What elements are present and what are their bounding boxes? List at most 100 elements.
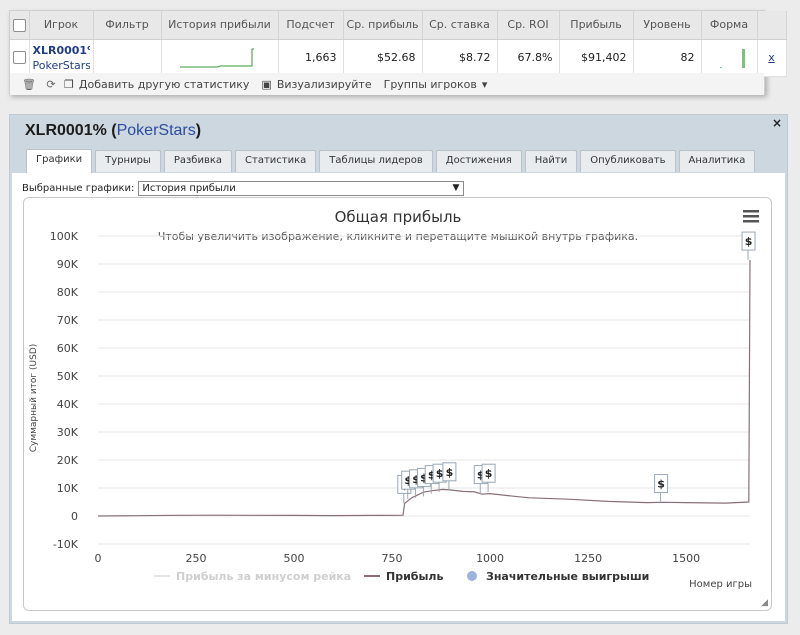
visualize-button[interactable]: ▣ Визуализируйте xyxy=(261,78,371,91)
column-header-level[interactable]: Уровень xyxy=(633,11,702,40)
y-tick-label: 50K xyxy=(57,370,79,383)
y-tick-label: 0 xyxy=(71,510,78,523)
row-checkbox[interactable] xyxy=(12,51,26,65)
avg-roi-cell: 67.8% xyxy=(497,39,560,77)
x-tick-label: 250 xyxy=(186,552,207,565)
column-header-filter[interactable]: Фильтр xyxy=(93,11,162,40)
x-axis-ticks: 0 250 500 750 1000 1250 1500 xyxy=(95,552,701,565)
y-tick-label: -10K xyxy=(53,538,79,551)
marker-label: $ xyxy=(657,478,665,491)
player-dialog: XLR0001% (PokerStars) × Графики Турниры … xyxy=(9,114,788,624)
refresh-icon[interactable]: ⟳ xyxy=(42,78,60,91)
x-tick-label: 750 xyxy=(382,552,403,565)
select-all-checkbox[interactable] xyxy=(12,18,26,32)
tab-charts[interactable]: Графики xyxy=(26,149,93,173)
tab-statistics[interactable]: Статистика xyxy=(235,150,317,172)
profit-cell: $91,402 xyxy=(559,39,634,77)
add-stat-button[interactable]: ❐ Добавить другую статистику xyxy=(64,78,249,91)
table-header-row: Игрок Фильтр История прибыли Подсчет Ср.… xyxy=(10,11,787,40)
marker-label: $ xyxy=(436,467,444,480)
player-groups-label: Группы игроков xyxy=(383,77,477,91)
visualize-label: Визуализируйте xyxy=(276,77,372,91)
level-cell: 82 xyxy=(633,39,702,77)
column-header-avg-stake[interactable]: Ср. ставка xyxy=(422,11,498,40)
remove-player-link[interactable]: x xyxy=(768,51,775,64)
tab-tournaments[interactable]: Турниры xyxy=(95,150,161,172)
image-icon: ▣ xyxy=(261,77,272,91)
marker-label: $ xyxy=(446,466,454,479)
player-stats-table: Игрок Фильтр История прибыли Подсчет Ср.… xyxy=(10,11,787,77)
player-id-link[interactable]: XLR0001% xyxy=(33,43,90,58)
column-header-avg-profit[interactable]: Ср. прибыль xyxy=(343,11,423,40)
x-tick-label: 1500 xyxy=(672,552,700,565)
profit-history-cell[interactable] xyxy=(161,39,279,77)
legend-label: Прибыль за минусом рейка xyxy=(176,570,351,583)
hamburger-menu-icon[interactable] xyxy=(743,210,759,223)
row-select-cell[interactable] xyxy=(10,39,30,77)
x-axis-label: Номер игры xyxy=(689,579,752,590)
chart-select-row: Выбранные графики: История прибыли ▼ xyxy=(22,181,465,196)
tab-analytics[interactable]: Аналитика xyxy=(678,150,756,172)
legend-label: Прибыль xyxy=(386,570,443,583)
tab-leaderboards[interactable]: Таблицы лидеров xyxy=(319,150,433,172)
tab-find[interactable]: Найти xyxy=(524,150,578,172)
chart-title: Общая прибыль xyxy=(335,208,462,226)
column-header-form[interactable]: Форма xyxy=(701,11,758,40)
y-axis-ticks: 100K 90K 80K 70K 60K 50K 40K 30K 20K 10K 0 -10K xyxy=(50,230,79,551)
column-header-avg-roi[interactable]: Ср. ROI xyxy=(497,11,560,40)
y-axis-label: Суммарный итог (USD) xyxy=(29,344,39,453)
player-stats-panel: Игрок Фильтр История прибыли Подсчет Ср.… xyxy=(9,10,787,95)
column-header-profit-history[interactable]: История прибыли xyxy=(161,11,279,40)
y-tick-label: 90K xyxy=(57,258,79,271)
chart-markers: $$$$$$$$$$$ xyxy=(397,231,756,504)
select-all-column[interactable] xyxy=(10,11,30,40)
form-bars xyxy=(719,48,745,68)
column-header-player[interactable]: Игрок xyxy=(29,11,94,40)
marker-label: $ xyxy=(485,467,493,480)
x-tick-label: 500 xyxy=(284,552,305,565)
column-header-remove xyxy=(757,11,787,40)
avg-profit-cell: $52.68 xyxy=(343,39,423,77)
marker-label: $ xyxy=(745,235,753,248)
player-cell[interactable]: XLR0001% PokerStars xyxy=(29,39,94,77)
column-header-profit[interactable]: Прибыль xyxy=(559,11,634,40)
tab-publish[interactable]: Опубликовать xyxy=(580,150,676,172)
x-tick-label: 1000 xyxy=(476,552,504,565)
close-icon[interactable]: × xyxy=(772,116,782,130)
resize-grip-icon[interactable]: ◢ xyxy=(761,598,768,608)
y-tick-label: 10K xyxy=(57,482,79,495)
add-stat-label: Добавить другую статистику xyxy=(78,77,250,91)
tab-breakdown[interactable]: Разбивка xyxy=(163,150,233,172)
x-tick-label: 1250 xyxy=(574,552,602,565)
profit-sparkline xyxy=(179,48,254,67)
profit-chart[interactable]: Общая прибыль Чтобы увеличить изображени… xyxy=(24,198,772,611)
y-tick-label: 30K xyxy=(57,426,79,439)
avg-stake-cell: $8.72 xyxy=(422,39,498,77)
dialog-title-player: XLR0001% xyxy=(25,122,107,139)
filter-cell[interactable] xyxy=(93,39,162,77)
remove-cell[interactable]: x xyxy=(757,39,787,77)
player-site-link[interactable]: PokerStars xyxy=(33,58,90,73)
y-tick-label: 70K xyxy=(57,314,79,327)
y-tick-label: 60K xyxy=(57,342,79,355)
dialog-tabs: Графики Турниры Разбивка Статистика Табл… xyxy=(26,149,756,173)
add-stat-icon: ❐ xyxy=(64,77,74,91)
legend-label: Значительные выигрыши xyxy=(486,570,649,583)
legend-dot xyxy=(467,571,477,581)
chart-select-value: История прибыли xyxy=(142,183,236,194)
chart-container[interactable]: Общая прибыль Чтобы увеличить изображени… xyxy=(23,197,772,611)
y-tick-label: 100K xyxy=(50,230,79,243)
player-groups-dropdown[interactable]: Группы игроков ▾ xyxy=(384,78,488,91)
dialog-title-site-link[interactable]: PokerStars xyxy=(117,122,196,139)
stats-toolbar: 🗑 ⟳ ❐ Добавить другую статистику ▣ Визуа… xyxy=(10,73,764,95)
trash-icon[interactable]: 🗑 xyxy=(20,78,38,91)
chart-legend: Прибыль за минусом рейка Прибыль Значитель… xyxy=(154,570,649,583)
y-tick-label: 40K xyxy=(57,398,79,411)
column-header-count[interactable]: Подсчет xyxy=(278,11,344,40)
x-tick-label: 0 xyxy=(95,552,102,565)
tab-achievements[interactable]: Достижения xyxy=(435,150,522,172)
chart-grid xyxy=(98,235,750,545)
chart-select[interactable]: История прибыли ▼ xyxy=(138,181,465,196)
dialog-title: XLR0001% (PokerStars) xyxy=(25,122,202,139)
count-cell: 1,663 xyxy=(278,39,344,77)
